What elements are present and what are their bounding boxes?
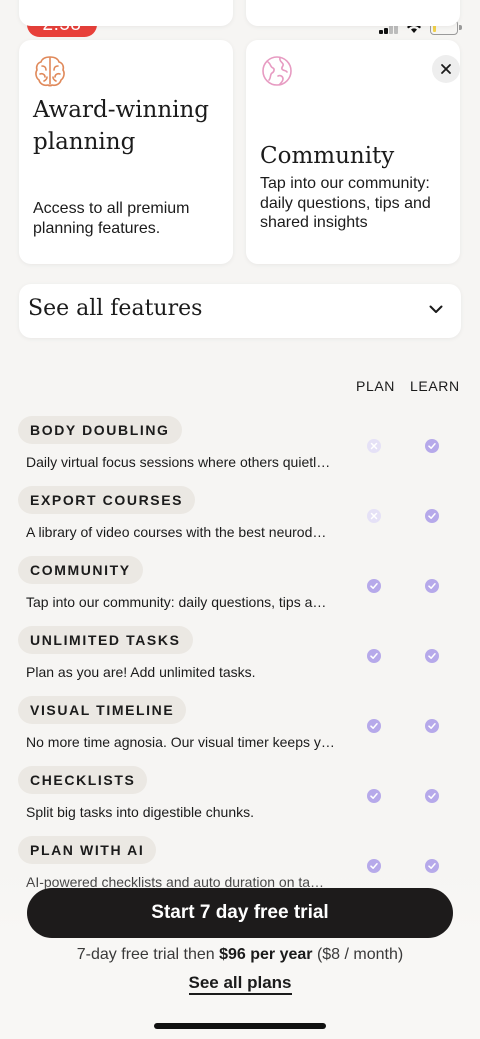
learn-check-icon [425, 509, 439, 523]
feature-card-award-winning-planning: Award-winning planning Access to all pre… [19, 40, 233, 264]
feature-description: Split big tasks into digestible chunks. [26, 804, 255, 820]
feature-card-description: Access to all premium planning features. [33, 200, 190, 237]
price-amount: $96 per year [219, 946, 313, 963]
learn-check-icon [425, 789, 439, 803]
learn-check-icon [425, 649, 439, 663]
plan-check-icon [367, 649, 381, 663]
see-all-features-label: See all features [28, 296, 203, 321]
column-header-learn: LEARN [410, 378, 460, 394]
card-above-right [246, 0, 460, 26]
feature-card-community: Community Tap into our community: daily … [246, 40, 460, 264]
home-indicator [154, 1023, 326, 1029]
feature-name-badge: VISUAL TIMELINE [18, 696, 187, 724]
learn-check-icon [425, 439, 439, 453]
see-all-features-toggle[interactable]: See all features [19, 284, 461, 338]
feature-name-badge: BODY DOUBLING [18, 416, 182, 444]
learn-check-icon [425, 719, 439, 733]
price-prefix: 7-day free trial then [76, 946, 215, 963]
feature-description: Tap into our community: daily questions,… [26, 594, 327, 610]
chevron-down-icon [429, 305, 443, 313]
feature-name-badge: EXPORT COURSES [18, 486, 196, 514]
feature-row: VISUAL TIMELINE No more time agnosia. Our… [18, 696, 468, 766]
price-suffix: ($8 / month) [316, 946, 404, 963]
brain-icon [33, 54, 67, 88]
start-trial-button[interactable]: Start 7 day free trial [27, 888, 453, 938]
feature-card-title: Community [260, 143, 395, 169]
feature-row: EXPORT COURSES A library of video courses… [18, 486, 468, 556]
column-header-plan: PLAN [356, 378, 395, 394]
close-button[interactable] [432, 55, 460, 83]
plan-cross-icon [367, 509, 381, 523]
feature-row: CHECKLISTS Split big tasks into digestibl… [18, 766, 468, 836]
plan-check-icon [367, 789, 381, 803]
feature-row: UNLIMITED TASKS Plan as you are! Add unli… [18, 626, 468, 696]
feature-row: COMMUNITY Tap into our community: daily q… [18, 556, 468, 626]
feature-card-title: Award-winning planning [33, 97, 210, 155]
feature-name-badge: PLAN WITH AI [18, 836, 157, 864]
feature-description: Daily virtual focus sessions where other… [26, 454, 331, 470]
globe-icon [260, 54, 294, 88]
feature-description: Plan as you are! Add unlimited tasks. [26, 664, 256, 680]
see-all-plans-container: See all plans [0, 973, 480, 995]
close-icon [441, 64, 451, 74]
learn-check-icon [425, 579, 439, 593]
feature-description: A library of video courses with the best… [26, 524, 327, 540]
plan-check-icon [367, 579, 381, 593]
feature-description: No more time agnosia. Our visual timer k… [26, 734, 335, 750]
trial-price-text: 7-day free trial then $96 per year ($8 /… [0, 946, 480, 964]
feature-name-badge: CHECKLISTS [18, 766, 148, 794]
feature-name-badge: COMMUNITY [18, 556, 143, 584]
feature-card-description: Tap into our community: daily questions,… [260, 175, 431, 231]
card-above-left [19, 0, 233, 26]
feature-row: BODY DOUBLING Daily virtual focus session… [18, 416, 468, 486]
plan-check-icon [367, 719, 381, 733]
see-all-plans-link[interactable]: See all plans [188, 973, 292, 995]
feature-name-badge: UNLIMITED TASKS [18, 626, 193, 654]
plan-cross-icon [367, 439, 381, 453]
